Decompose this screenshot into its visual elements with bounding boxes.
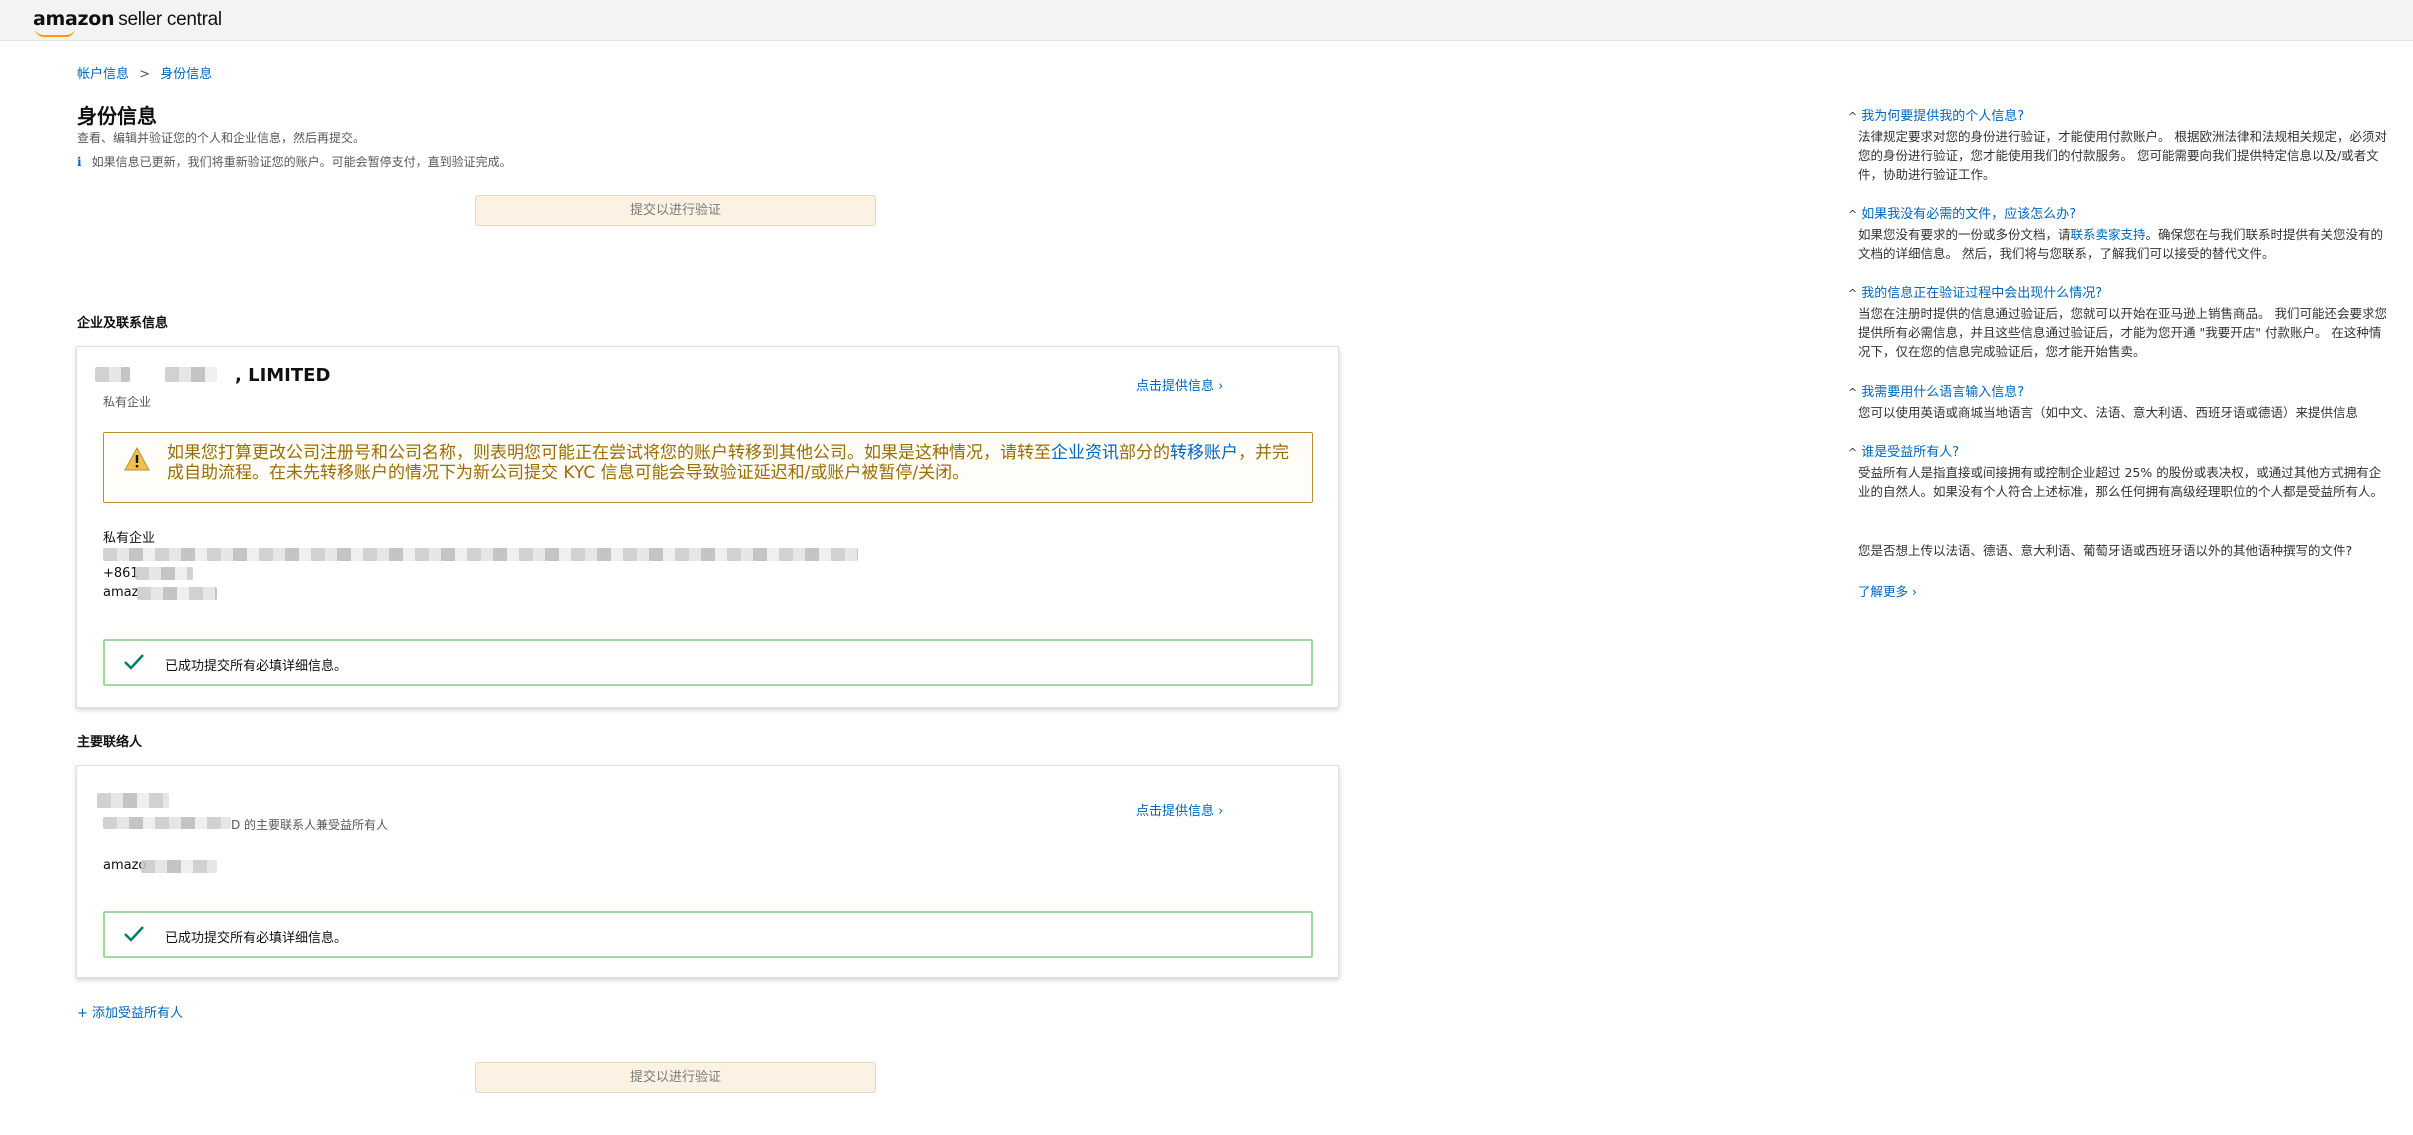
contact-email-prefix: amazo <box>103 858 147 873</box>
caret-up-icon: ^ <box>1848 386 1858 399</box>
breadcrumb-identity-info-link[interactable]: 身份信息 <box>160 67 212 82</box>
detail-company-type: 私有企业 <box>103 531 156 546</box>
caret-up-icon: ^ <box>1848 287 1858 300</box>
checkmark-icon <box>124 926 144 942</box>
submit-verification-button-bottom[interactable]: 提交以进行验证 <box>475 1062 876 1093</box>
faq-question-text: 我为何要提供我的个人信息? <box>1861 109 2025 124</box>
amazon-seller-central-logo[interactable]: amazon seller central <box>33 8 222 37</box>
logo-smile-icon <box>35 28 75 37</box>
redacted-address <box>103 548 858 561</box>
business-success-banner: 已成功提交所有必填详细信息。 <box>103 639 1313 686</box>
faq-answer-beneficial-owner: 受益所有人是指直接或间接拥有或控制企业超过 25% 的股份或表决权，或通过其他方… <box>1858 465 2384 499</box>
warning-icon <box>124 447 150 471</box>
business-success-message: 已成功提交所有必填详细信息。 <box>165 659 348 674</box>
business-info-card: , LIMITED 私有企业 点击提供信息 › 如果您打算更改公司注册号和公司名… <box>76 346 1339 708</box>
business-provide-info-link[interactable]: 点击提供信息 › <box>1136 375 1223 394</box>
faq-answer-missing-documents: 如果您没有要求的一份或多份文档，请联系卖家支持。确保您在与我们联系时提供有关您没… <box>1858 225 2393 263</box>
faq-question-during-verification[interactable]: ^ 我的信息正在验证过程中会出现什么情况? <box>1848 282 2102 301</box>
faq-question-text: 我的信息正在验证过程中会出现什么情况? <box>1861 286 2103 301</box>
faq-question-missing-documents[interactable]: ^ 如果我没有必需的文件，应该怎么办? <box>1848 203 2076 222</box>
faq-question-text: 我需要用什么语言输入信息? <box>1861 385 2025 400</box>
company-type-label: 私有企业 <box>103 395 152 409</box>
reverification-notice: i 如果信息已更新，我们将重新验证您的账户。可能会暂停支付，直到验证完成。 <box>77 153 512 170</box>
company-name-suffix: , LIMITED <box>235 365 331 386</box>
primary-contact-card: D 的主要联系人兼受益所有人 点击提供信息 › amazo 已成功提交所有必填详… <box>76 765 1339 978</box>
warning-text-part2: 部分的 <box>1119 443 1170 463</box>
contact-provide-info-link[interactable]: 点击提供信息 › <box>1136 800 1223 819</box>
learn-more-link[interactable]: 了解更多 › <box>1858 582 2393 601</box>
page-subtitle: 查看、编辑并验证您的个人和企业信息，然后再提交。 <box>77 131 366 145</box>
logo-seller-central-text: seller central <box>118 9 222 30</box>
detail-email-prefix: amaz <box>103 585 139 600</box>
account-transfer-warning: 如果您打算更改公司注册号和公司名称，则表明您可能正在尝试将您的账户转移到其他公司… <box>103 432 1313 503</box>
breadcrumb-account-info-link[interactable]: 帐户信息 <box>77 67 129 82</box>
submit-verification-button-top[interactable]: 提交以进行验证 <box>475 195 876 226</box>
breadcrumb: 帐户信息 > 身份信息 <box>77 63 212 82</box>
checkmark-icon <box>124 654 144 670</box>
contact-role-text: D 的主要联系人兼受益所有人 <box>231 818 389 832</box>
breadcrumb-separator: > <box>139 67 151 82</box>
warning-text: 如果您打算更改公司注册号和公司名称，则表明您可能正在尝试将您的账户转移到其他公司… <box>167 443 1302 483</box>
contact-section-heading: 主要联络人 <box>77 735 143 750</box>
top-header: amazon seller central <box>0 0 2413 41</box>
faq-other-language-question: 您是否想上传以法语、德语、意大利语、葡萄牙语或西班牙语以外的其他语种撰写的文件? <box>1858 543 2353 558</box>
caret-up-icon: ^ <box>1848 446 1858 459</box>
contact-success-banner: 已成功提交所有必填详细信息。 <box>103 911 1313 958</box>
transfer-account-link[interactable]: 转移账户 <box>1170 443 1238 463</box>
redacted-email <box>137 587 217 600</box>
redacted-contact-company <box>103 817 231 829</box>
detail-phone-prefix: +861 <box>103 566 139 581</box>
caret-up-icon: ^ <box>1848 208 1858 221</box>
faq-answer-why-personal-info: 法律规定要求对您的身份进行验证，才能使用付款账户。 根据欧洲法律和法规相关规定，… <box>1858 129 2387 182</box>
redacted-contact-email <box>141 860 217 873</box>
redacted-company-name-part1 <box>95 367 130 382</box>
faq-question-why-personal-info[interactable]: ^ 我为何要提供我的个人信息? <box>1848 105 2024 124</box>
redacted-phone <box>135 567 193 580</box>
add-beneficial-owner-link[interactable]: + 添加受益所有人 <box>77 1002 183 1021</box>
faq-answer-part1: 如果您没有要求的一份或多份文档，请 <box>1858 227 2071 242</box>
redacted-company-name-part2 <box>165 367 217 382</box>
logo-amazon-text: amazon <box>33 8 115 30</box>
business-info-link[interactable]: 企业资讯 <box>1051 443 1119 463</box>
faq-answer-during-verification: 当您在注册时提供的信息通过验证后，您就可以开始在亚马逊上销售商品。 我们可能还会… <box>1858 306 2387 359</box>
faq-answer-language: 您可以使用英语或商城当地语言（如中文、法语、意大利语、西班牙语或德语）来提供信息 <box>1858 405 2359 420</box>
business-section-heading: 企业及联系信息 <box>77 316 169 331</box>
contact-success-message: 已成功提交所有必填详细信息。 <box>165 931 348 946</box>
faq-question-language[interactable]: ^ 我需要用什么语言输入信息? <box>1848 381 2024 400</box>
faq-question-text: 谁是受益所有人? <box>1861 445 1960 460</box>
faq-question-beneficial-owner[interactable]: ^ 谁是受益所有人? <box>1848 441 1959 460</box>
info-icon: i <box>77 155 82 169</box>
warning-text-part1: 如果您打算更改公司注册号和公司名称，则表明您可能正在尝试将您的账户转移到其他公司… <box>167 443 1051 463</box>
redacted-contact-name <box>97 793 169 808</box>
page-title: 身份信息 <box>77 104 157 128</box>
reverification-notice-text: 如果信息已更新，我们将重新验证您的账户。可能会暂停支付，直到验证完成。 <box>91 155 512 169</box>
contact-seller-support-link[interactable]: 联系卖家支持 <box>2071 227 2146 242</box>
caret-up-icon: ^ <box>1848 110 1858 123</box>
faq-question-text: 如果我没有必需的文件，应该怎么办? <box>1861 207 2077 222</box>
